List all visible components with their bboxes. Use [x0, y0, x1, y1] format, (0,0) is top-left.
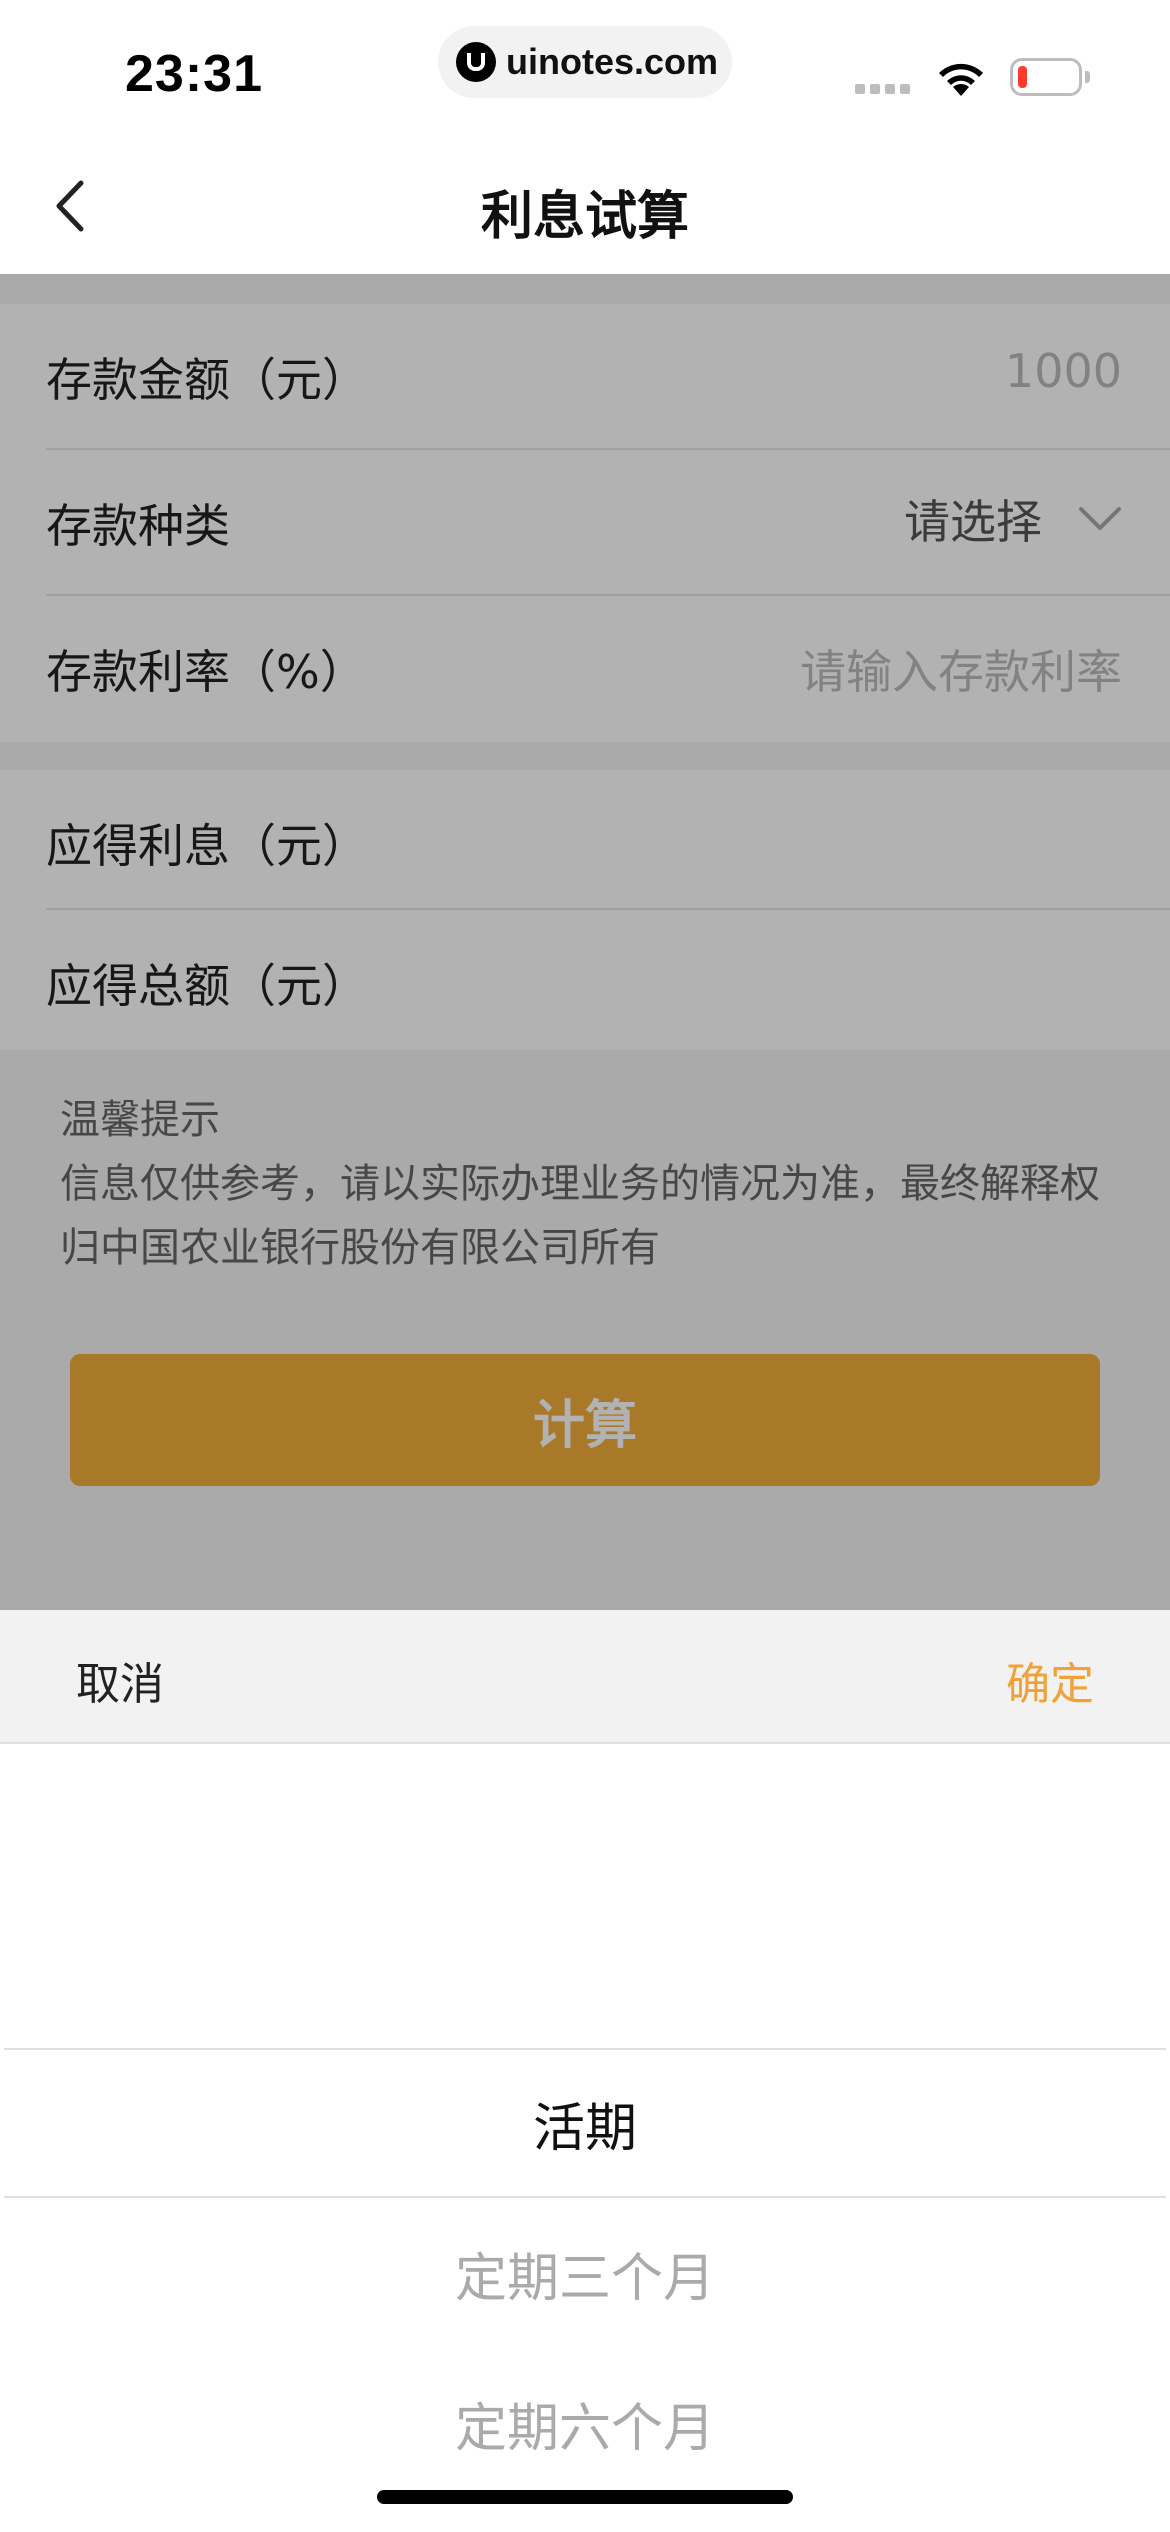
- cellular-signal-icon: [855, 84, 910, 94]
- status-time: 23:31: [125, 45, 263, 103]
- url-text: uinotes.com: [506, 41, 719, 82]
- picker-option[interactable]: 定期三个月: [0, 2236, 1170, 2311]
- picker-selection-top-line: [4, 2048, 1166, 2050]
- url-pill[interactable]: uinotes.com: [438, 26, 732, 98]
- cancel-button[interactable]: 取消: [76, 1648, 164, 1712]
- picker-selection-bottom-line: [4, 2196, 1166, 2198]
- picker-option[interactable]: 活期: [0, 2086, 1170, 2161]
- site-logo-icon: [456, 42, 496, 82]
- picker-toolbar: 取消 确定: [0, 1610, 1170, 1744]
- page-title: 利息试算: [480, 187, 689, 247]
- wifi-icon: [939, 63, 983, 96]
- nav-bar: 利息试算: [0, 140, 1170, 274]
- modal-overlay[interactable]: [0, 274, 1170, 1610]
- battery-level: [1018, 66, 1027, 88]
- status-bar: 23:31 uinotes.com: [0, 0, 1170, 140]
- deposit-type-picker: 取消 确定 活期 定期三个月 定期六个月: [0, 1610, 1170, 2532]
- picker-option[interactable]: 定期六个月: [0, 2386, 1170, 2461]
- battery-icon: [1010, 58, 1090, 96]
- home-indicator: [377, 2490, 793, 2504]
- confirm-button[interactable]: 确定: [1006, 1648, 1094, 1712]
